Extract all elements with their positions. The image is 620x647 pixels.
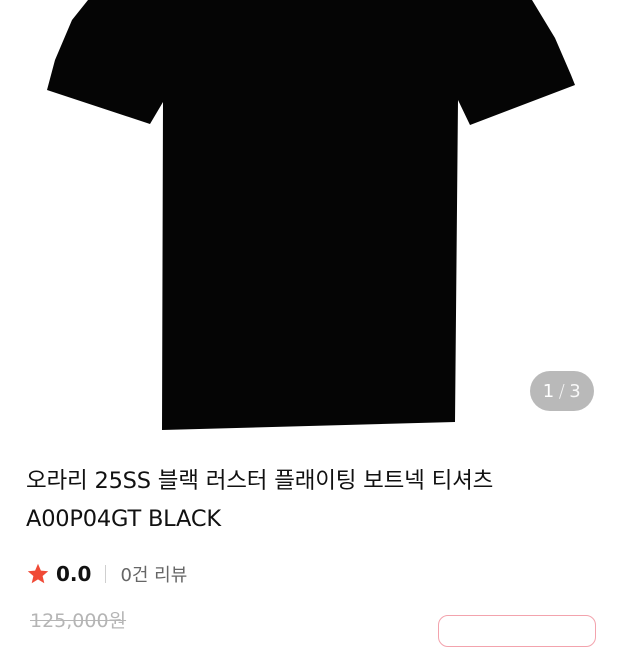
star-icon bbox=[27, 563, 49, 584]
product-image-carousel[interactable]: 1 / 3 bbox=[0, 0, 620, 440]
tshirt-shape bbox=[47, 0, 575, 430]
product-title-line2: A00P04GT BLACK bbox=[26, 506, 221, 532]
image-pager: 1 / 3 bbox=[530, 371, 594, 411]
rating-divider bbox=[105, 565, 107, 583]
pager-total: 3 bbox=[569, 380, 582, 402]
product-title-line1: 오라리 25SS 블랙 러스터 플래이팅 보트넥 티셔츠 bbox=[26, 468, 494, 494]
pager-current: 1 bbox=[542, 380, 555, 402]
pager-separator: / bbox=[558, 380, 566, 402]
rating-score: 0.0 bbox=[56, 562, 92, 586]
review-count-link[interactable]: 0건 리뷰 bbox=[120, 561, 187, 587]
product-image bbox=[47, 0, 575, 430]
price-row: 125,000원 bbox=[26, 606, 596, 647]
product-title: 오라리 25SS 블랙 러스터 플래이팅 보트넥 티셔츠 A00P04GT BL… bbox=[26, 462, 596, 538]
rating-summary: 0.0 0건 리뷰 bbox=[26, 558, 187, 590]
